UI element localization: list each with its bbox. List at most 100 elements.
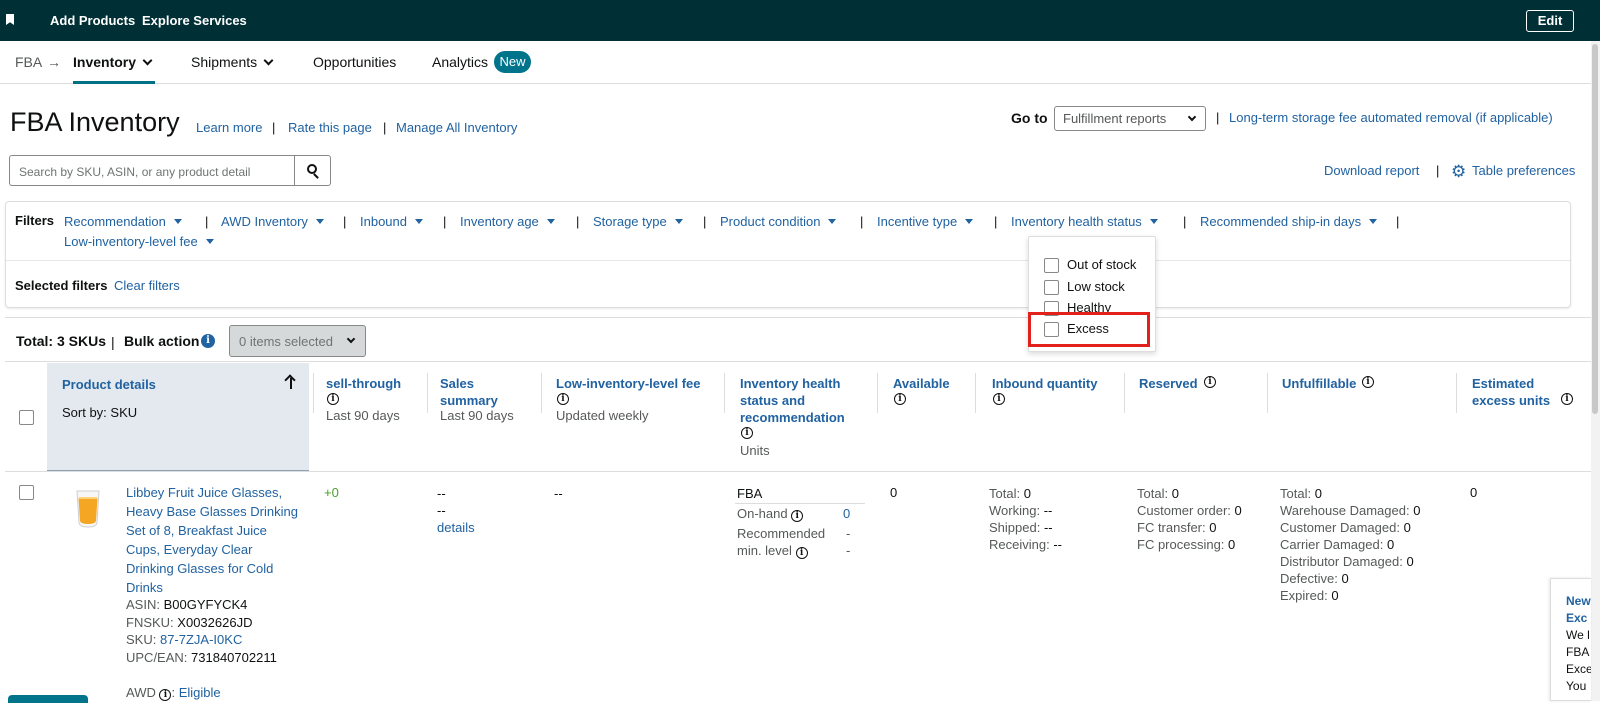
kv-value: 0 xyxy=(1234,503,1242,518)
sku-link[interactable]: 87-7ZJA-I0KC xyxy=(160,632,242,647)
col-health-status[interactable]: Inventory health xyxy=(740,375,840,392)
filter-recommended-ship-in-days[interactable]: Recommended ship-in days xyxy=(1200,214,1378,229)
info-icon[interactable]: i xyxy=(201,334,215,348)
select-all-checkbox[interactable] xyxy=(19,410,34,425)
filter-inventory-health-status[interactable]: Inventory health status xyxy=(1011,214,1158,229)
add-products-link[interactable]: Add Products xyxy=(50,13,135,28)
filter-product-condition[interactable]: Product condition xyxy=(720,214,837,229)
out-of-stock-checkbox[interactable] xyxy=(1044,258,1059,273)
recommended-min-label: Recommended xyxy=(737,526,826,541)
col-product-details[interactable]: Product details xyxy=(62,376,156,393)
kv-label: FC processing: xyxy=(1137,537,1225,552)
items-selected-dropdown[interactable]: 0 items selected xyxy=(229,325,366,357)
product-image[interactable] xyxy=(74,487,102,529)
goto-label: Go to xyxy=(1011,110,1048,126)
recommended-min-value: - xyxy=(846,526,851,541)
excess-highlight-box xyxy=(1028,312,1150,347)
explore-services-link[interactable]: Explore Services xyxy=(142,13,247,28)
gear-icon[interactable]: ⚙ xyxy=(1451,163,1466,180)
manage-all-inventory-link[interactable]: Manage All Inventory xyxy=(396,120,517,135)
clear-filters-link[interactable]: Clear filters xyxy=(114,278,180,293)
col-health-status-line2[interactable]: status and xyxy=(740,392,805,409)
filter-storage-type[interactable]: Storage type xyxy=(593,214,683,229)
info-icon[interactable]: i xyxy=(327,393,339,405)
download-report-link[interactable]: Download report xyxy=(1324,163,1419,178)
info-icon[interactable]: i xyxy=(795,547,808,559)
kv-label: Warehouse Damaged: xyxy=(1280,503,1410,518)
kv-label: Defective: xyxy=(1280,571,1338,586)
filter-label: Inventory health status xyxy=(1011,214,1142,229)
kv-value: 0 xyxy=(1413,503,1421,518)
edit-button[interactable]: Edit xyxy=(1526,10,1574,32)
scrollbar-thumb[interactable] xyxy=(1592,44,1598,414)
filter-inventory-age[interactable]: Inventory age xyxy=(460,214,555,229)
storage-fee-removal-link[interactable]: Long-term storage fee automated removal … xyxy=(1229,110,1553,125)
nav-opportunities[interactable]: Opportunities xyxy=(313,54,396,70)
info-icon[interactable]: i xyxy=(1204,376,1216,388)
option-out-of-stock[interactable]: Out of stock xyxy=(1067,257,1136,272)
col-sales-summary-line2[interactable]: summary xyxy=(440,392,498,409)
sort-up-icon[interactable] xyxy=(284,374,297,389)
col-available[interactable]: Available xyxy=(893,375,950,392)
product-name-link[interactable]: Libbey Fruit Juice Glasses, Heavy Base G… xyxy=(126,483,301,597)
low-stock-checkbox[interactable] xyxy=(1044,280,1059,295)
info-icon[interactable]: i xyxy=(894,393,906,405)
table-preferences-link[interactable]: Table preferences xyxy=(1472,163,1575,178)
nav-fba[interactable]: FBA xyxy=(15,54,42,70)
bookmark-icon[interactable] xyxy=(6,14,14,25)
nav-shipments[interactable]: Shipments xyxy=(191,54,274,70)
sales-details-link[interactable]: details xyxy=(437,520,475,535)
available-value: 0 xyxy=(890,485,898,500)
inbound-shipped: Shipped: -- xyxy=(989,520,1053,535)
col-health-status-line3[interactable]: recommendation xyxy=(740,409,845,426)
caret-down-icon xyxy=(315,219,324,224)
filter-inbound[interactable]: Inbound xyxy=(360,214,423,229)
unfulfillable-distributor-damaged: Distributor Damaged: 0 xyxy=(1280,554,1414,569)
recommended-min-label-2: min. level i xyxy=(737,543,808,559)
row-checkbox[interactable] xyxy=(19,485,34,500)
kv-value: -- xyxy=(1043,503,1053,518)
info-icon[interactable]: i xyxy=(993,393,1005,405)
info-icon[interactable]: i xyxy=(1561,393,1573,405)
excess-units-value: 0 xyxy=(1470,485,1478,500)
info-icon[interactable]: i xyxy=(741,427,753,439)
on-hand-value[interactable]: 0 xyxy=(843,506,850,521)
caret-down-icon xyxy=(965,219,974,224)
col-sell-through[interactable]: sell-through xyxy=(326,375,401,392)
col-inbound-quantity[interactable]: Inbound quantity xyxy=(992,375,1097,392)
info-icon[interactable]: i xyxy=(159,689,172,701)
filter-recommendation[interactable]: Recommendation xyxy=(64,214,182,229)
col-health-status-units: Units xyxy=(740,443,770,458)
learn-more-link[interactable]: Learn more xyxy=(196,120,262,135)
col-sales-summary[interactable]: Sales xyxy=(440,375,474,392)
awd-action-button[interactable] xyxy=(8,695,88,703)
filter-awd-inventory[interactable]: AWD Inventory xyxy=(221,214,324,229)
nav-inventory[interactable]: Inventory xyxy=(73,54,153,70)
col-estimated-excess-line2[interactable]: excess units xyxy=(1472,392,1550,409)
awd-eligible-link[interactable]: Eligible xyxy=(179,685,221,700)
col-unfulfillable[interactable]: Unfulfillable xyxy=(1282,375,1356,392)
search-button[interactable] xyxy=(294,155,331,186)
filter-low-inventory-level-fee[interactable]: Low-inventory-level fee xyxy=(64,234,214,249)
rate-page-link[interactable]: Rate this page xyxy=(288,120,372,135)
kv-value: 0 xyxy=(1023,486,1031,501)
kv-label: Total: xyxy=(989,486,1021,501)
search-input[interactable]: Search by SKU, ASIN, or any product deta… xyxy=(9,155,294,186)
goto-select[interactable]: Fulfillment reports xyxy=(1054,106,1206,131)
kv-label: Total: xyxy=(1137,486,1169,501)
recommended-min-value-2: - xyxy=(846,543,851,558)
col-estimated-excess[interactable]: Estimated xyxy=(1472,375,1534,392)
info-icon[interactable]: i xyxy=(557,393,569,405)
news-panel-line: You xyxy=(1566,679,1587,693)
info-icon[interactable]: i xyxy=(1362,376,1374,388)
option-low-stock[interactable]: Low stock xyxy=(1067,279,1125,294)
col-reserved[interactable]: Reserved xyxy=(1139,375,1198,392)
separator: | xyxy=(1396,214,1400,229)
column-separator xyxy=(724,373,725,413)
items-selected-value: 0 items selected xyxy=(239,334,333,349)
nav-analytics[interactable]: Analytics xyxy=(432,54,488,70)
info-icon[interactable]: i xyxy=(791,510,804,522)
filter-incentive-type[interactable]: Incentive type xyxy=(877,214,974,229)
filters-label: Filters xyxy=(15,213,55,228)
col-low-inventory-fee[interactable]: Low-inventory-level fee xyxy=(556,375,700,392)
